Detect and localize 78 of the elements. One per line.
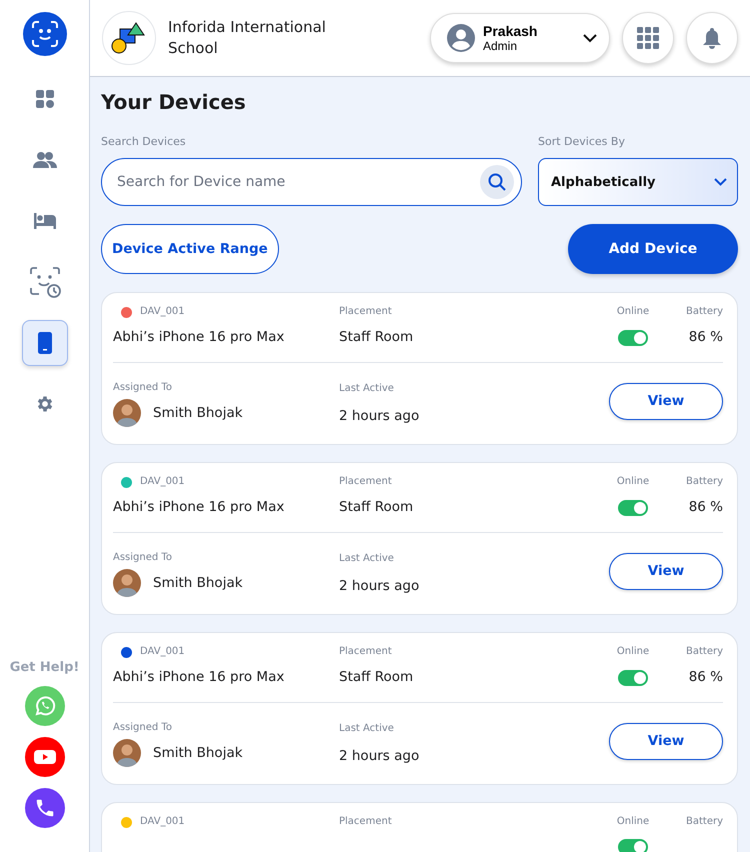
chat-bubble-icon bbox=[32, 694, 56, 718]
assignee-name: Smith Bhojak bbox=[153, 574, 243, 593]
call-help-button[interactable] bbox=[24, 788, 64, 828]
battery-value: 86 % bbox=[688, 498, 723, 517]
field-label: Online bbox=[616, 645, 650, 659]
device-name: Abhi’s iPhone 16 pro Max bbox=[113, 668, 286, 687]
search-field[interactable]: Search for Device name bbox=[101, 158, 522, 206]
field-label: Online bbox=[616, 815, 650, 829]
sort-dropdown[interactable]: Alphabetically bbox=[538, 158, 738, 206]
placement-value: Staff Room bbox=[339, 498, 414, 517]
last-active-value: 2 hours ago bbox=[339, 747, 420, 766]
people-icon bbox=[32, 151, 56, 169]
bed-icon bbox=[34, 213, 56, 229]
battery-value: 86 % bbox=[688, 668, 723, 687]
device-id: DAV_001 bbox=[140, 305, 185, 319]
mobile-phone-icon bbox=[38, 332, 52, 354]
field-label: Assigned To bbox=[113, 552, 172, 563]
help-title: Get Help! bbox=[10, 660, 80, 675]
online-toggle[interactable] bbox=[618, 500, 648, 516]
page-title: Your Devices bbox=[101, 89, 247, 115]
device-name: Abhi’s iPhone 16 pro Max bbox=[113, 498, 286, 517]
device-id: DAV_001 bbox=[140, 475, 185, 489]
active-range-button[interactable]: Device Active Range bbox=[101, 224, 279, 274]
placement-value: Staff Room bbox=[339, 668, 414, 687]
chevron-down-icon bbox=[583, 34, 597, 42]
last-active-value: 2 hours ago bbox=[339, 407, 420, 426]
field-label: Assigned To bbox=[113, 382, 172, 393]
user-name: Prakash bbox=[483, 23, 538, 39]
field-label: Online bbox=[616, 305, 650, 319]
field-label: Battery bbox=[686, 815, 723, 829]
avatar bbox=[113, 739, 141, 767]
user-menu[interactable]: Prakash Admin bbox=[430, 13, 610, 63]
apps-button[interactable] bbox=[622, 12, 674, 64]
notifications-button[interactable] bbox=[686, 12, 738, 64]
play-icon bbox=[32, 748, 56, 766]
field-label: Battery bbox=[686, 645, 723, 659]
field-label: Battery bbox=[686, 475, 723, 489]
field-label: Last Active bbox=[339, 723, 394, 734]
online-toggle[interactable] bbox=[618, 330, 648, 346]
add-device-button[interactable]: Add Device bbox=[568, 224, 738, 274]
field-label: Placement bbox=[339, 815, 393, 829]
field-label: Last Active bbox=[339, 553, 394, 564]
bell-icon bbox=[702, 27, 722, 49]
last-active-value: 2 hours ago bbox=[339, 577, 420, 596]
field-label: Sort Devices By bbox=[538, 135, 626, 148]
user-role: Admin bbox=[483, 39, 518, 53]
view-button[interactable]: View bbox=[609, 722, 723, 760]
battery-value: 86 % bbox=[688, 328, 723, 347]
chevron-down-icon bbox=[714, 178, 727, 186]
avatar bbox=[113, 399, 141, 427]
field-label: Placement bbox=[339, 305, 393, 319]
school-name: Inforida International School bbox=[168, 17, 327, 59]
device-id: DAV_001 bbox=[140, 645, 185, 659]
face-clock-icon bbox=[28, 266, 60, 298]
field-label: Placement bbox=[339, 645, 393, 659]
face-logo-icon bbox=[22, 12, 66, 56]
field-label: Online bbox=[616, 475, 650, 489]
view-button[interactable]: View bbox=[609, 552, 723, 590]
dashboard-icon bbox=[34, 89, 54, 109]
avatar bbox=[113, 569, 141, 597]
field-label: Last Active bbox=[339, 383, 394, 394]
field-label: Search Devices bbox=[101, 135, 187, 148]
assignee-name: Smith Bhojak bbox=[153, 404, 243, 423]
placement-value: Staff Room bbox=[339, 328, 414, 347]
view-button[interactable]: View bbox=[609, 382, 723, 420]
field-label: Battery bbox=[686, 305, 723, 319]
device-name: Abhi’s iPhone 16 pro Max bbox=[113, 328, 286, 347]
video-help-button[interactable] bbox=[24, 737, 64, 777]
grid-icon bbox=[637, 27, 659, 49]
user-avatar-icon bbox=[447, 24, 475, 52]
device-id: DAV_001 bbox=[140, 815, 185, 829]
nav-item[interactable] bbox=[22, 320, 68, 366]
school-logo-icon bbox=[102, 11, 156, 65]
online-toggle[interactable] bbox=[618, 670, 648, 686]
field-label: Assigned To bbox=[113, 722, 172, 733]
field-label: Placement bbox=[339, 475, 393, 489]
online-toggle[interactable] bbox=[618, 839, 648, 852]
assignee-name: Smith Bhojak bbox=[153, 744, 243, 763]
